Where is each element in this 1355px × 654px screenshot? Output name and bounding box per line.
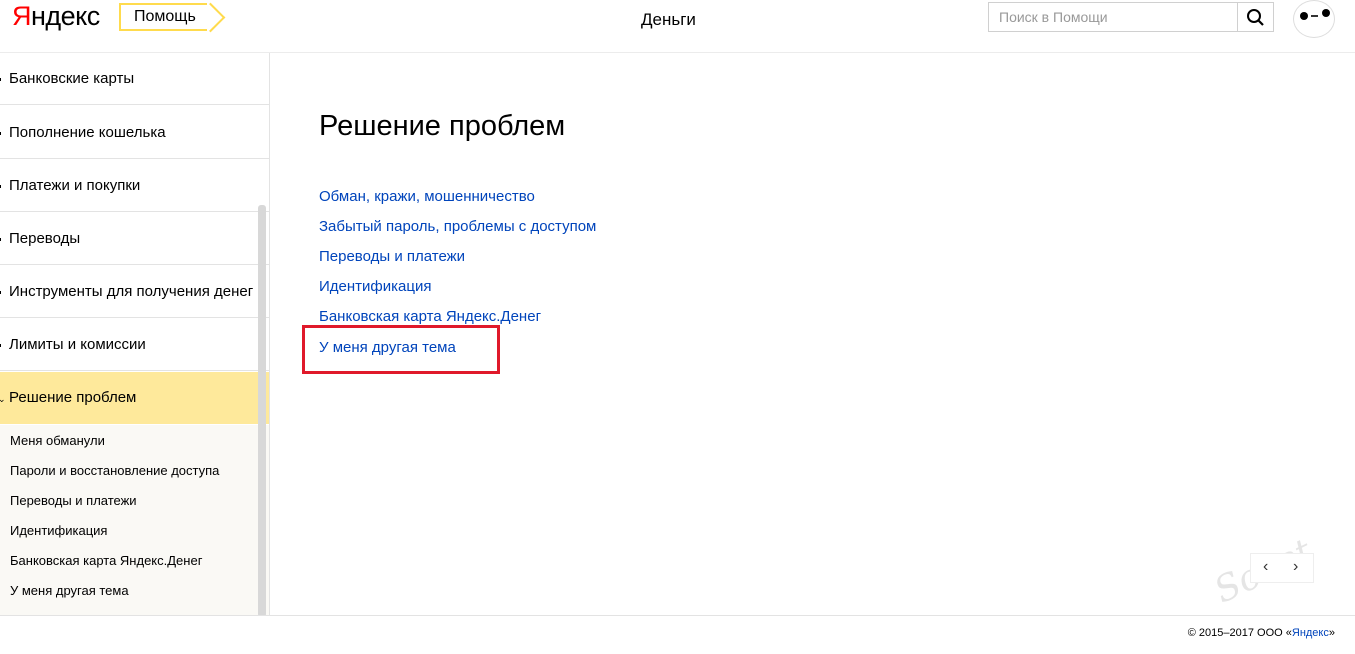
page-title: Решение проблем [319,110,566,142]
sidebar-subitem[interactable]: Меня обманули [10,433,105,448]
bullet-icon [0,291,1,294]
search-icon [1247,9,1264,26]
topic-link[interactable]: Забытый пароль, проблемы с доступом [319,218,596,235]
sidebar-item-payments[interactable]: Платежи и покупки [0,160,269,212]
sidebar-item-troubleshooting[interactable]: ⌄Решение проблем [0,372,269,424]
copyright: © 2015–2017 ООО «Яндекс» [1188,627,1335,639]
avatar-eye-right-icon [1322,9,1330,17]
yandex-logo[interactable]: Яндекс [12,1,100,32]
avatar-mouth-icon [1311,15,1318,17]
sidebar-item-label: Решение проблем [9,389,137,406]
sidebar-item-wallet-topup[interactable]: Пополнение кошелька [0,107,269,159]
yandex-link[interactable]: Яндекс [1292,627,1329,639]
sidebar-item-label: Инструменты для получения денег [9,283,254,300]
highlight-box [302,325,500,374]
bullet-icon [0,185,1,188]
copyright-suffix: » [1328,627,1335,639]
topic-link[interactable]: Обман, кражи, мошенничество [319,188,535,205]
topic-link[interactable]: Переводы и платежи [319,248,465,265]
help-tag-label: Помощь [134,8,196,25]
bullet-icon [0,344,1,347]
bullet-icon [0,132,1,135]
sidebar-subitem[interactable]: Пароли и восстановление доступа [10,463,219,478]
sidebar-subitem[interactable]: Банковская карта Яндекс.Денег [10,553,202,568]
help-tag-button[interactable]: Помощь [119,3,207,31]
sidebar-item-label: Пополнение кошелька [9,124,166,141]
sidebar-subitem[interactable]: У меня другая тема [10,583,129,598]
topic-link[interactable]: Банковская карта Яндекс.Денег [319,308,541,325]
topic-link[interactable]: Идентификация [319,278,431,295]
sidebar-subitems: Меня обманули Пароли и восстановление до… [0,425,269,615]
bullet-icon [0,78,1,81]
sidebar-scrollbar[interactable] [258,205,266,615]
pager: ‹ › [1250,553,1314,583]
sidebar-item-label: Банковские карты [9,70,135,87]
copyright-prefix: © 2015–2017 ООО « [1187,627,1292,639]
sidebar-subitem[interactable]: Идентификация [10,523,107,538]
sidebar-item-label: Платежи и покупки [9,177,141,194]
footer: © 2015–2017 ООО «Яндекс» [0,615,1355,654]
chevron-down-icon: ⌄ [0,395,6,404]
sidebar-subitem[interactable]: Переводы и платежи [10,493,137,508]
search-box [988,2,1274,32]
avatar-eye-left-icon [1300,12,1308,20]
sidebar-item-tools[interactable]: Инструменты для получения денег [0,266,269,318]
header: Яндекс Помощь Деньги [0,0,1355,53]
search-button[interactable] [1237,3,1273,31]
sidebar-item-bank-cards[interactable]: Банковские карты [0,53,269,105]
logo-rest: ндекс [31,1,100,31]
sidebar: Банковские карты Пополнение кошелька Пла… [0,53,270,615]
sidebar-item-label: Переводы [9,230,81,247]
bullet-icon [0,238,1,241]
next-page-icon[interactable]: › [1293,558,1298,576]
sidebar-item-transfers[interactable]: Переводы [0,213,269,265]
prev-page-icon[interactable]: ‹ [1263,558,1268,576]
logo-first-letter: Я [12,1,32,31]
service-title: Деньги [641,10,696,29]
sidebar-item-limits[interactable]: Лимиты и комиссии [0,319,269,371]
avatar[interactable] [1293,0,1335,38]
search-input[interactable] [989,3,1237,31]
sidebar-item-label: Лимиты и комиссии [9,336,146,353]
